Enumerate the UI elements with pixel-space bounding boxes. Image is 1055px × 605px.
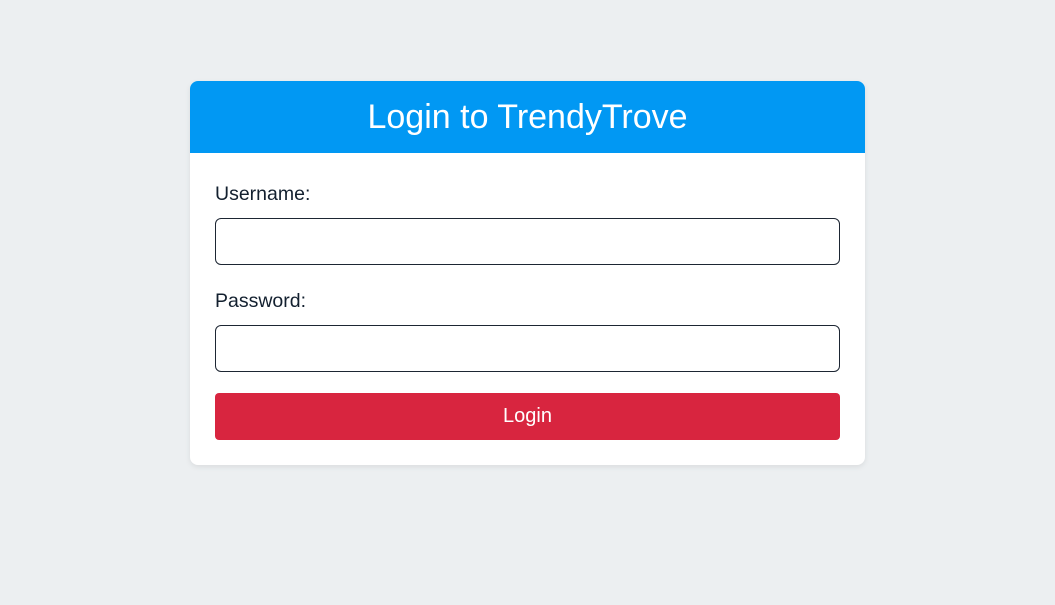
login-button[interactable]: Login xyxy=(215,393,840,440)
username-input[interactable] xyxy=(215,218,840,265)
page: { "login_card": { "title": "Login to Tre… xyxy=(0,0,1055,605)
username-label: Username: xyxy=(215,183,311,205)
login-form: Username: Password: Login xyxy=(215,0,840,605)
password-label: Password: xyxy=(215,290,307,312)
password-input[interactable] xyxy=(215,325,840,372)
